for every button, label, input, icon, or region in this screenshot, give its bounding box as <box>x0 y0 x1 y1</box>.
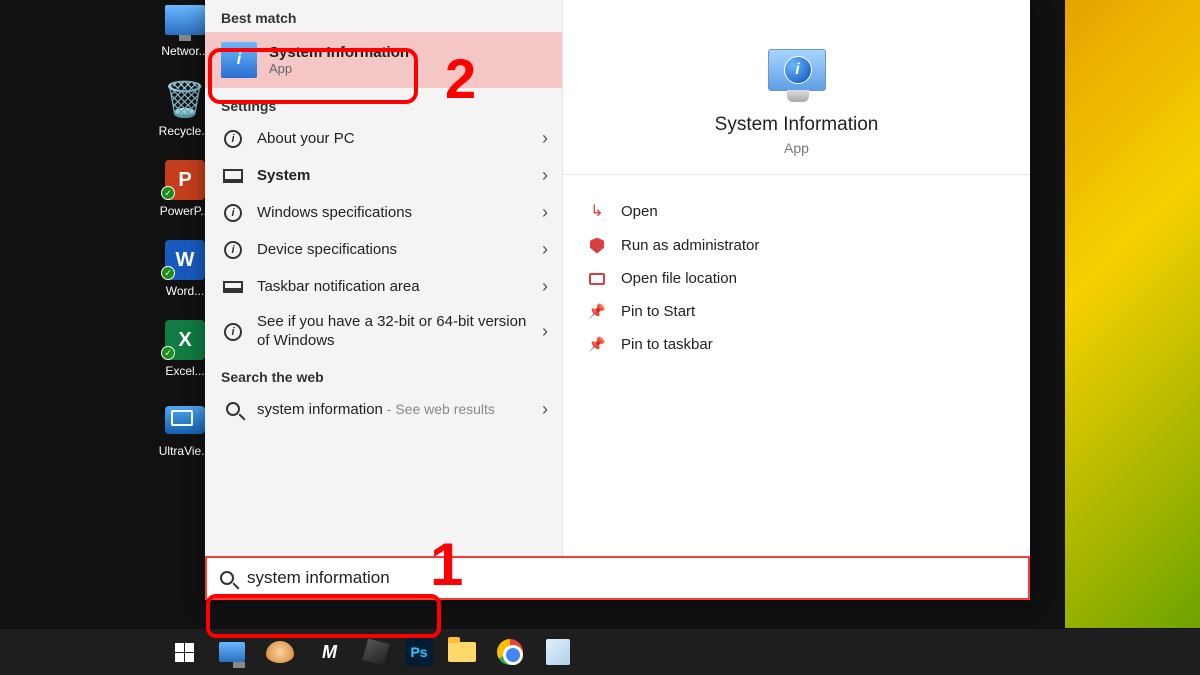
desktop-icon-label: Networ... <box>161 44 208 58</box>
taskbar: M Ps <box>0 629 1200 675</box>
detail-pane: i System Information App Open Run as adm… <box>563 0 1030 556</box>
taskbar-notepad[interactable] <box>539 634 577 670</box>
info-icon: i <box>224 323 242 341</box>
settings-result-device-specs[interactable]: i Device specifications › <box>205 231 562 268</box>
web-result-query: system information <box>257 401 383 418</box>
taskbar-chrome[interactable] <box>491 634 529 670</box>
action-open-location[interactable]: Open file location <box>587 262 1006 295</box>
action-label: Run as administrator <box>621 237 759 254</box>
action-label: Open <box>621 203 658 220</box>
result-label: System <box>257 167 542 184</box>
chevron-right-icon: › <box>542 165 548 186</box>
settings-result-taskbar-area[interactable]: Taskbar notification area › <box>205 268 562 305</box>
settings-result-about-pc[interactable]: i About your PC › <box>205 120 562 157</box>
ultraviewer-icon <box>165 406 205 434</box>
taskbar-app-ma[interactable]: M <box>309 634 347 670</box>
settings-result-win-specs[interactable]: i Windows specifications › <box>205 194 562 231</box>
section-best-match: Best match <box>205 0 562 32</box>
best-match-subtitle: App <box>269 61 548 76</box>
cube-icon <box>363 639 390 666</box>
taskbar-file-explorer[interactable] <box>443 634 481 670</box>
best-match-result[interactable]: i System Information App <box>205 32 562 88</box>
action-pin-start[interactable]: 📌 Pin to Start <box>587 295 1006 328</box>
chrome-icon <box>497 639 523 665</box>
taskbar-icon <box>223 281 243 293</box>
sync-badge-icon: ✓ <box>161 346 175 360</box>
pin-icon: 📌 <box>587 336 607 353</box>
network-icon <box>165 5 205 35</box>
desktop-icon-label: Word... <box>166 284 204 298</box>
taskbar-app-cube[interactable] <box>357 634 395 670</box>
chevron-right-icon: › <box>542 128 548 149</box>
search-icon <box>226 402 240 416</box>
start-search-panel: Best match i System Information App Sett… <box>205 0 1030 600</box>
info-icon: i <box>224 204 242 222</box>
sync-badge-icon: ✓ <box>161 266 175 280</box>
result-label: About your PC <box>257 130 542 147</box>
action-run-admin[interactable]: Run as administrator <box>587 229 1006 262</box>
result-label: Windows specifications <box>257 204 542 221</box>
detail-subtitle: App <box>784 140 809 156</box>
search-input[interactable] <box>247 568 1028 588</box>
info-icon: i <box>224 130 242 148</box>
section-search-web: Search the web <box>205 359 562 391</box>
recycle-bin-icon: 🗑️ <box>161 80 209 120</box>
folder-icon <box>589 273 605 285</box>
best-match-title: System Information <box>269 44 548 61</box>
pin-icon: 📌 <box>587 303 607 320</box>
search-results-pane: Best match i System Information App Sett… <box>205 0 563 556</box>
result-label: Device specifications <box>257 241 542 258</box>
shield-icon <box>590 238 604 254</box>
monitor-icon <box>223 169 243 183</box>
detail-title: System Information <box>715 114 879 136</box>
web-result[interactable]: system information - See web results › <box>205 391 562 428</box>
desktop-icon-label: Recycle... <box>159 124 212 138</box>
action-open[interactable]: Open <box>587 193 1006 229</box>
settings-result-32-64-bit[interactable]: i See if you have a 32-bit or 64-bit ver… <box>205 305 562 359</box>
action-pin-taskbar[interactable]: 📌 Pin to taskbar <box>587 328 1006 361</box>
search-icon <box>220 571 234 585</box>
start-button[interactable] <box>165 634 203 670</box>
open-icon <box>590 201 603 221</box>
sync-badge-icon: ✓ <box>161 186 175 200</box>
action-label: Open file location <box>621 270 737 287</box>
settings-result-system[interactable]: System › <box>205 157 562 194</box>
chevron-right-icon: › <box>542 239 548 260</box>
desktop-icon-label: Excel... <box>165 364 204 378</box>
windows-logo-icon <box>175 643 194 662</box>
section-settings: Settings <box>205 88 562 120</box>
note-icon <box>546 639 570 665</box>
action-label: Pin to taskbar <box>621 336 713 353</box>
search-input-row[interactable] <box>205 556 1030 600</box>
assistant-icon <box>219 642 245 662</box>
app-large-icon: i <box>761 40 833 100</box>
desktop-icon-label: PowerP... <box>160 204 210 218</box>
chevron-right-icon: › <box>542 276 548 297</box>
wallpaper <box>1065 0 1200 628</box>
action-label: Pin to Start <box>621 303 695 320</box>
chevron-right-icon: › <box>542 202 548 223</box>
palette-icon <box>266 641 294 663</box>
desktop-icon-label: UltraVie... <box>159 444 211 458</box>
web-result-suffix: - See web results <box>383 401 495 417</box>
info-icon: i <box>224 241 242 259</box>
system-information-icon: i <box>221 42 257 78</box>
taskbar-photoshop[interactable]: Ps <box>405 638 433 666</box>
folder-icon <box>448 642 476 662</box>
result-label: Taskbar notification area <box>257 278 542 295</box>
taskbar-paint[interactable] <box>261 634 299 670</box>
chevron-right-icon: › <box>542 399 548 420</box>
taskbar-app[interactable] <box>213 634 251 670</box>
chevron-right-icon: › <box>542 321 548 342</box>
result-label: See if you have a 32-bit or 64-bit versi… <box>257 313 542 351</box>
